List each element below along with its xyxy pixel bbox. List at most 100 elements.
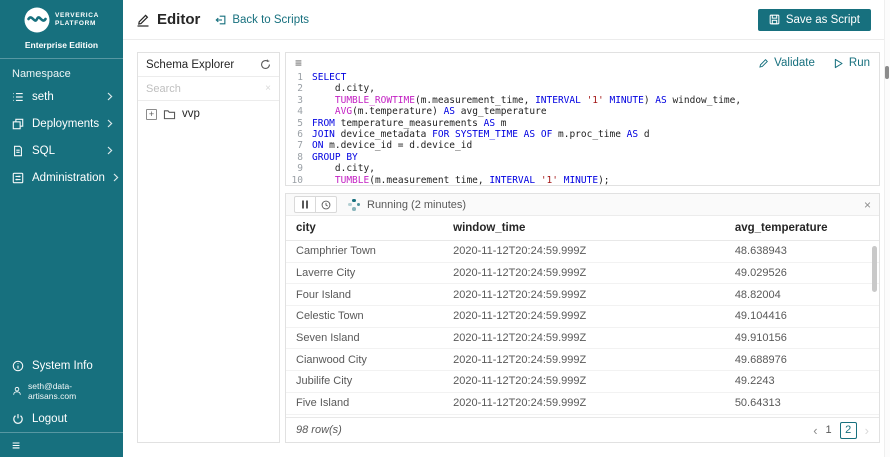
expand-plus-icon[interactable]: + bbox=[146, 108, 157, 120]
sidebar-item-label: SQL bbox=[32, 144, 56, 157]
save-icon bbox=[769, 14, 780, 25]
table-cell: Five Island bbox=[296, 397, 350, 410]
table-cell: 49.910156 bbox=[734, 332, 787, 345]
user-icon bbox=[12, 386, 22, 396]
table-cell: 2020-11-12T20:24:59.999Z bbox=[453, 353, 587, 366]
clock-icon bbox=[321, 200, 331, 210]
line-number: 2 bbox=[297, 83, 303, 95]
top-header-bar: Editor Back to Scripts Save as Script bbox=[123, 0, 884, 40]
run-button[interactable]: Run bbox=[833, 57, 870, 69]
brand-line1: VERVERICA bbox=[54, 11, 100, 19]
run-play-icon bbox=[833, 58, 844, 69]
save-button-label: Save as Script bbox=[785, 13, 860, 26]
search-input[interactable] bbox=[146, 82, 262, 95]
table-cell: Celestic Town bbox=[296, 310, 364, 323]
validate-pencil-icon bbox=[758, 58, 769, 69]
loading-spinner-icon bbox=[348, 198, 360, 211]
sidebar-item-sql[interactable]: SQL bbox=[0, 137, 123, 164]
line-number: 4 bbox=[297, 106, 303, 118]
page-scrollbar-track[interactable] bbox=[884, 0, 890, 457]
refresh-icon[interactable] bbox=[260, 59, 271, 70]
table-cell: Camphrier Town bbox=[296, 245, 376, 258]
table-cell: 2020-11-12T20:24:59.999Z bbox=[453, 332, 587, 345]
code-segment: (m.temperature) bbox=[352, 106, 444, 118]
next-page-icon[interactable]: › bbox=[865, 424, 869, 437]
query-status-text: Running (2 minutes) bbox=[367, 198, 467, 211]
code-segment: AVG bbox=[334, 106, 353, 118]
code-segment: MINUTE bbox=[609, 94, 644, 106]
editor-actions: Validate Run bbox=[758, 57, 870, 69]
table-row: Laverre City 2020-11-12T20:24:59.999Z 49.0… bbox=[286, 263, 879, 285]
save-as-script-button[interactable]: Save as Script bbox=[757, 8, 871, 31]
table-cell: Cianwood City bbox=[296, 353, 367, 366]
history-clock-button[interactable] bbox=[315, 196, 337, 213]
table-cell: 2020-11-12T20:24:59.999Z bbox=[453, 397, 587, 410]
power-icon bbox=[12, 413, 24, 425]
sidebar-item-system-info[interactable]: System Info bbox=[0, 352, 123, 379]
sidebar-item-label: seth bbox=[32, 90, 54, 103]
table-cell: 2020-11-12T20:24:59.999Z bbox=[453, 245, 587, 258]
pause-button[interactable] bbox=[294, 196, 316, 213]
code-line: 6 JOIN device_metadata FOR SYSTEM_TIME AS… bbox=[286, 129, 879, 140]
table-cell: 2020-11-12T20:24:59.999Z bbox=[453, 310, 587, 323]
code-segment: window_time, bbox=[666, 94, 742, 106]
code-lines[interactable]: 1 SELECT 2 d.city, 3 TUMBLE_ROWTIME (m.measu… bbox=[286, 71, 879, 186]
back-to-scripts-link[interactable]: Back to Scripts bbox=[215, 14, 309, 26]
validate-button[interactable]: Validate bbox=[758, 57, 815, 69]
sidebar-item-logout[interactable]: Logout bbox=[0, 405, 123, 432]
brand: VERVERICA PLATFORM bbox=[0, 0, 123, 33]
sql-editor-panel[interactable]: ≡ Validate Run 1 SELECT 2 d.city, 3 TUMBLE_… bbox=[285, 52, 880, 186]
ververica-logo-icon bbox=[24, 7, 50, 33]
table-cell: 49.104416 bbox=[734, 310, 787, 323]
code-segment: d.city, bbox=[312, 163, 375, 175]
code-segment: MINUTE bbox=[563, 174, 599, 186]
code-line: 4 AVG (m.temperature) AS avg_temperature bbox=[286, 106, 879, 117]
validate-label: Validate bbox=[774, 57, 815, 69]
pagination: ‹ 1 2 › bbox=[813, 421, 869, 439]
code-segment: m bbox=[495, 117, 507, 129]
code-segment: AS bbox=[655, 94, 667, 106]
editor-toolbar: ≡ Validate Run bbox=[286, 53, 879, 71]
editor-menu-icon[interactable]: ≡ bbox=[295, 57, 302, 69]
sidebar-item-namespace[interactable]: seth bbox=[0, 83, 123, 110]
sidebar-item-administration[interactable]: Administration bbox=[0, 164, 123, 191]
line-number: 8 bbox=[297, 151, 303, 163]
sidebar-item-label: Logout bbox=[32, 412, 68, 425]
code-segment: ON bbox=[312, 140, 324, 152]
table-row: Cianwood City 2020-11-12T20:24:59.999Z 49.… bbox=[286, 349, 879, 372]
code-line: 5 FROM temperature_measurements AS m bbox=[286, 118, 879, 129]
clear-search-icon[interactable]: × bbox=[265, 83, 271, 94]
chevron-right-icon bbox=[107, 146, 113, 155]
schema-search-row: × bbox=[138, 77, 279, 101]
namespace-label: Namespace bbox=[12, 68, 71, 80]
code-segment: AS bbox=[523, 129, 536, 141]
results-panel: Running (2 minutes) × city window_time a… bbox=[285, 193, 880, 443]
schema-explorer-title: Schema Explorer bbox=[146, 58, 235, 71]
code-segment: d.city, bbox=[312, 83, 375, 95]
code-segment: INTERVAL bbox=[489, 174, 536, 186]
code-segment: d bbox=[638, 129, 650, 141]
page-button-2-active[interactable]: 2 bbox=[839, 421, 857, 439]
sidebar-item-deployments[interactable]: Deployments bbox=[0, 110, 123, 137]
code-segment: (m.measurement_time, bbox=[414, 94, 536, 106]
tree-item-vvp[interactable]: + vvp bbox=[138, 101, 279, 127]
code-segment: AS bbox=[483, 117, 496, 129]
prev-page-icon[interactable]: ‹ bbox=[813, 424, 817, 437]
edit-pencil-icon bbox=[136, 13, 150, 27]
line-number: 6 bbox=[297, 129, 303, 141]
code-segment: AS bbox=[443, 106, 456, 118]
code-segment: FOR SYSTEM_TIME bbox=[432, 129, 518, 141]
row-count: 98 row(s) bbox=[296, 424, 342, 436]
table-scrollbar-thumb[interactable] bbox=[872, 246, 877, 292]
page-button-1[interactable]: 1 bbox=[826, 424, 832, 436]
results-footer: 98 row(s) ‹ 1 2 › bbox=[286, 417, 879, 442]
close-icon[interactable]: × bbox=[864, 199, 871, 211]
sidebar-collapse-toggle[interactable]: ≡ bbox=[0, 432, 123, 457]
page-scrollbar-thumb[interactable] bbox=[885, 66, 889, 79]
schema-explorer-header: Schema Explorer bbox=[138, 53, 279, 77]
code-segment: device_metadata bbox=[334, 129, 433, 141]
code-segment: TUMBLE_ROWTIME bbox=[334, 94, 415, 106]
list-icon bbox=[12, 91, 24, 103]
pause-icon bbox=[301, 200, 309, 209]
column-header-avg-temperature: avg_temperature bbox=[734, 222, 828, 234]
